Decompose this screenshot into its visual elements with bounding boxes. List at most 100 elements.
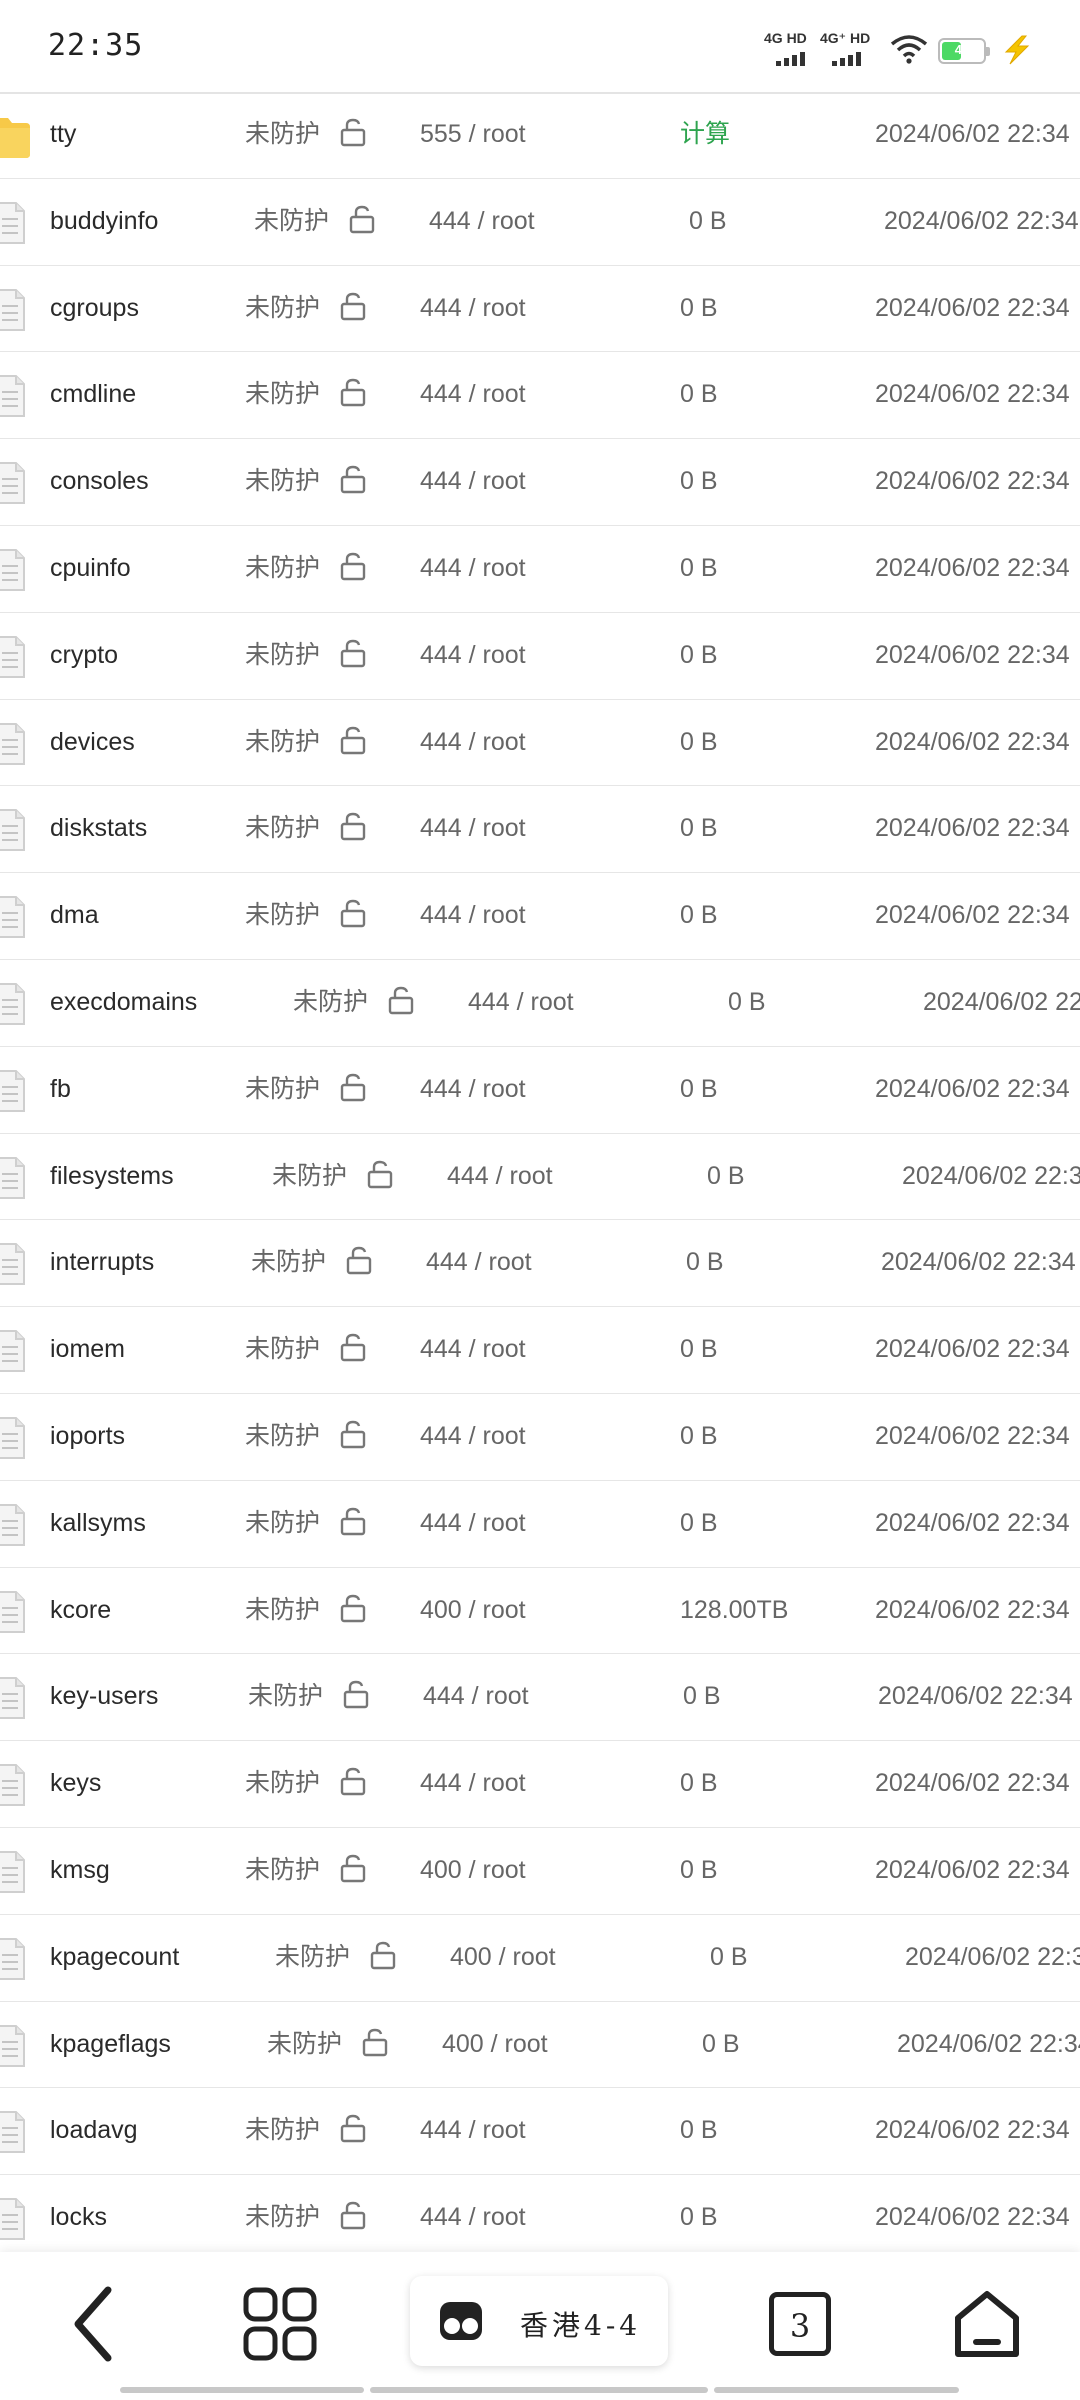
unlock-icon[interactable] <box>338 378 368 413</box>
file-row[interactable]: cpuinfo 未防护 444 / root 0 B 2024/06/02 22:34 <box>0 526 1080 613</box>
file-name: loadavg <box>50 2116 138 2145</box>
status-bar: 22:35 4G HD 4G⁺ HD 48 <box>0 0 1080 94</box>
permission-owner: 444 / root <box>420 814 526 843</box>
file-size: 0 B <box>680 1421 718 1450</box>
file-row[interactable]: execdomains 未防护 444 / root 0 B 2024/06/02 22… <box>0 960 1080 1047</box>
file-row[interactable]: devices 未防护 444 / root 0 B 2024/06/02 22:34 <box>0 700 1080 787</box>
file-row[interactable]: fb 未防护 444 / root 0 B 2024/06/02 22:34 <box>0 1047 1080 1134</box>
page-indicator-3 <box>714 2387 959 2393</box>
modified-date: 2024/06/02 22:34 <box>878 1682 1073 1711</box>
unlock-icon[interactable] <box>338 552 368 587</box>
file-icon <box>0 1069 26 1118</box>
permission-owner: 444 / root <box>420 2116 526 2145</box>
unlock-icon[interactable] <box>338 1507 368 1542</box>
modified-date: 2024/06/02 22:34 <box>875 1595 1070 1624</box>
file-name: cgroups <box>50 293 139 322</box>
modified-date: 2024/06/02 22:34 <box>875 814 1070 843</box>
file-icon <box>0 374 26 423</box>
file-row[interactable]: loadavg 未防护 444 / root 0 B 2024/06/02 22:34 <box>0 2088 1080 2176</box>
file-size: 0 B <box>680 640 718 669</box>
protection-status: 未防护 <box>245 2203 321 2232</box>
protection-status: 未防护 <box>248 1682 324 1711</box>
file-row[interactable]: locks 未防护 444 / root 0 B 2024/06/02 22:34 <box>0 2175 1080 2262</box>
unlock-icon[interactable] <box>360 2028 390 2063</box>
unlock-icon[interactable] <box>338 292 368 327</box>
modified-date: 2024/06/02 22:34 <box>905 1942 1080 1971</box>
unlock-icon[interactable] <box>338 1073 368 1108</box>
unlock-icon[interactable] <box>338 465 368 500</box>
unlock-icon[interactable] <box>386 986 416 1021</box>
file-name: consoles <box>50 467 149 496</box>
unlock-icon[interactable] <box>338 1854 368 1889</box>
file-row[interactable]: keys 未防护 444 / root 0 B 2024/06/02 22:34 <box>0 1741 1080 1828</box>
calculate-size-link[interactable]: 计算 <box>680 92 730 176</box>
file-name: kpageflags <box>50 2029 171 2058</box>
file-size: 0 B <box>680 1335 718 1364</box>
file-row[interactable]: consoles 未防护 444 / root 0 B 2024/06/02 22:34 <box>0 439 1080 526</box>
file-row[interactable]: kpagecount 未防护 400 / root 0 B 2024/06/02 22:… <box>0 1915 1080 2002</box>
file-name: interrupts <box>50 1248 155 1277</box>
unlock-icon[interactable] <box>338 1594 368 1629</box>
file-icon <box>0 1850 26 1899</box>
file-row[interactable]: kcore 未防护 400 / root 128.00TB 2024/06/02 22:… <box>0 1568 1080 1655</box>
unlock-icon[interactable] <box>338 899 368 934</box>
modified-date: 2024/06/02 22:34 <box>884 206 1079 235</box>
modified-date: 2024/06/02 22:34 <box>875 640 1070 669</box>
file-row[interactable]: dma 未防护 444 / root 0 B 2024/06/02 22:34 <box>0 873 1080 960</box>
protection-status: 未防护 <box>245 1074 321 1103</box>
unlock-icon[interactable] <box>347 205 377 240</box>
file-row[interactable]: iomem 未防护 444 / root 0 B 2024/06/02 22:34 <box>0 1307 1080 1394</box>
file-row[interactable]: crypto 未防护 444 / root 0 B 2024/06/02 22:34 <box>0 613 1080 700</box>
file-size: 0 B <box>680 814 718 843</box>
unlock-icon[interactable] <box>338 726 368 761</box>
file-icon <box>0 1590 26 1639</box>
file-icon <box>0 1156 26 1205</box>
file-name: tty <box>50 120 77 148</box>
home-button[interactable] <box>937 2274 1037 2374</box>
file-row[interactable]: key-users 未防护 444 / root 0 B 2024/06/02 22:3… <box>0 1654 1080 1742</box>
unlock-icon[interactable] <box>338 1333 368 1368</box>
back-button[interactable] <box>44 2274 144 2374</box>
permission-owner: 444 / root <box>423 1682 529 1711</box>
file-row[interactable]: diskstats 未防护 444 / root 0 B 2024/06/02 22:3… <box>0 786 1080 874</box>
permission-owner: 444 / root <box>429 206 535 235</box>
file-size: 0 B <box>680 1508 718 1537</box>
bottom-navigation: 香港4-4 3 <box>0 2252 1080 2400</box>
protection-status: 未防护 <box>275 1942 351 1971</box>
modified-date: 2024/06/02 22:34 <box>875 1421 1070 1450</box>
unlock-icon[interactable] <box>338 1420 368 1455</box>
file-row[interactable]: kallsyms 未防护 444 / root 0 B 2024/06/02 22:34 <box>0 1481 1080 1568</box>
file-size: 0 B <box>710 1942 748 1971</box>
unlock-icon[interactable] <box>338 639 368 674</box>
permission-owner: 444 / root <box>420 2203 526 2232</box>
file-size: 0 B <box>683 1682 721 1711</box>
file-row[interactable]: buddyinfo 未防护 444 / root 0 B 2024/06/02 22:3… <box>0 179 1080 266</box>
unlock-icon[interactable] <box>365 1160 395 1195</box>
apps-grid-button[interactable] <box>230 2274 330 2374</box>
file-row[interactable]: kmsg 未防护 400 / root 0 B 2024/06/02 22:34 <box>0 1828 1080 1915</box>
unlock-icon[interactable] <box>341 1680 371 1715</box>
file-row[interactable]: kpageflags 未防护 400 / root 0 B 2024/06/02 22:… <box>0 2002 1080 2089</box>
file-row[interactable]: cmdline 未防护 444 / root 0 B 2024/06/02 22:34 <box>0 352 1080 440</box>
unlock-icon[interactable] <box>344 1246 374 1281</box>
protection-status: 未防护 <box>245 1769 321 1798</box>
file-row[interactable]: filesystems 未防护 444 / root 0 B 2024/06/02 22… <box>0 1134 1080 1221</box>
unlock-icon[interactable] <box>338 1767 368 1802</box>
current-tab-button[interactable]: 香港4-4 <box>410 2276 668 2366</box>
unlock-icon[interactable] <box>368 1941 398 1976</box>
file-row[interactable]: tty 未防护 555 / root 计算 2024/06/02 22:34 <box>0 92 1080 179</box>
unlock-icon[interactable] <box>338 2114 368 2149</box>
modified-date: 2024/06/02 22:34 <box>875 1508 1070 1537</box>
modified-date: 2024/06/02 22:34 <box>875 380 1070 409</box>
protection-status: 未防护 <box>245 1595 321 1624</box>
file-icon <box>0 2197 26 2246</box>
file-row[interactable]: interrupts 未防护 444 / root 0 B 2024/06/02 22:… <box>0 1220 1080 1308</box>
unlock-icon[interactable] <box>338 2201 368 2236</box>
file-icon <box>0 1242 26 1291</box>
unlock-icon[interactable] <box>338 118 368 153</box>
file-row[interactable]: cgroups 未防护 444 / root 0 B 2024/06/02 22:34 <box>0 266 1080 353</box>
tab-switcher-button[interactable]: 3 <box>750 2274 850 2374</box>
protection-status: 未防护 <box>245 1508 321 1537</box>
unlock-icon[interactable] <box>338 812 368 847</box>
file-row[interactable]: ioports 未防护 444 / root 0 B 2024/06/02 22:34 <box>0 1394 1080 1481</box>
